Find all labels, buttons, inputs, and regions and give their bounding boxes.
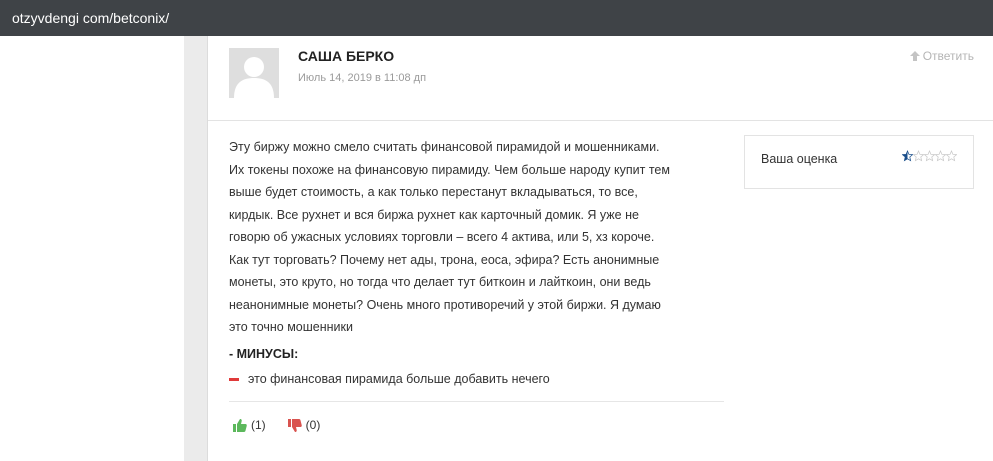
user-silhouette-icon <box>229 48 279 98</box>
review-text-line: Как тут торговать? Почему нет ады, трона… <box>229 252 660 267</box>
star-icon[interactable] <box>935 150 946 162</box>
like-button[interactable]: (1) <box>233 418 266 432</box>
avatar <box>229 48 279 98</box>
rating-widget: Ваша оценка <box>744 135 974 189</box>
dislike-count: (0) <box>305 418 321 432</box>
review-text-line: кирдык. Все рухнет и вся биржа рухнет ка… <box>229 207 639 222</box>
cons-heading: - МИНУСЫ: <box>229 347 299 361</box>
browser-url-bar[interactable]: otzyvdengi com/betconix/ <box>0 0 993 36</box>
author-name[interactable]: САША БЕРКО <box>298 48 394 64</box>
cons-item: это финансовая пирамида больше добавить … <box>229 372 550 386</box>
review-text-line: это точно мошенники <box>229 320 353 334</box>
vote-bar: (1) (0) <box>233 418 342 432</box>
reply-label: Ответить <box>922 49 974 63</box>
url-text: otzyvdengi com/betconix/ <box>12 10 170 26</box>
review-header: САША БЕРКО Июль 14, 2019 в 11:08 дп Отве… <box>208 36 993 121</box>
thumbs-down-icon <box>287 418 302 432</box>
review-text-line: неанонимные монеты? Очень много противор… <box>229 297 661 312</box>
rating-stars[interactable] <box>902 150 957 162</box>
thumbs-up-icon <box>233 418 247 432</box>
cons-item-text: это финансовая пирамида больше добавить … <box>248 372 550 386</box>
review-text-line: говорю об ужасных условиях торговли – вс… <box>229 230 655 244</box>
review-card: САША БЕРКО Июль 14, 2019 в 11:08 дп Отве… <box>207 36 993 461</box>
review-text: Эту биржу можно смело считать финансовой… <box>229 136 729 339</box>
dislike-button[interactable]: (0) <box>287 418 321 432</box>
review-text-line: Их токены похоже на финансовую пирамиду.… <box>229 162 670 177</box>
star-icon[interactable] <box>946 150 957 162</box>
divider <box>229 401 724 402</box>
reply-button[interactable]: Ответить <box>909 49 974 63</box>
star-icon[interactable] <box>902 150 913 162</box>
like-count: (1) <box>251 418 266 432</box>
left-panel <box>0 36 184 461</box>
star-icon[interactable] <box>924 150 935 162</box>
minus-icon <box>229 377 239 381</box>
review-text-line: Эту биржу можно смело считать финансовой… <box>229 140 660 154</box>
rating-label: Ваша оценка <box>761 152 838 166</box>
review-text-line: монеты, это круто, но тогда что делает т… <box>229 275 651 289</box>
star-icon[interactable] <box>913 150 924 162</box>
arrow-up-icon <box>909 51 920 61</box>
review-text-line: выше будет стоимость, а как только перес… <box>229 185 638 199</box>
review-date: Июль 14, 2019 в 11:08 дп <box>298 72 427 84</box>
